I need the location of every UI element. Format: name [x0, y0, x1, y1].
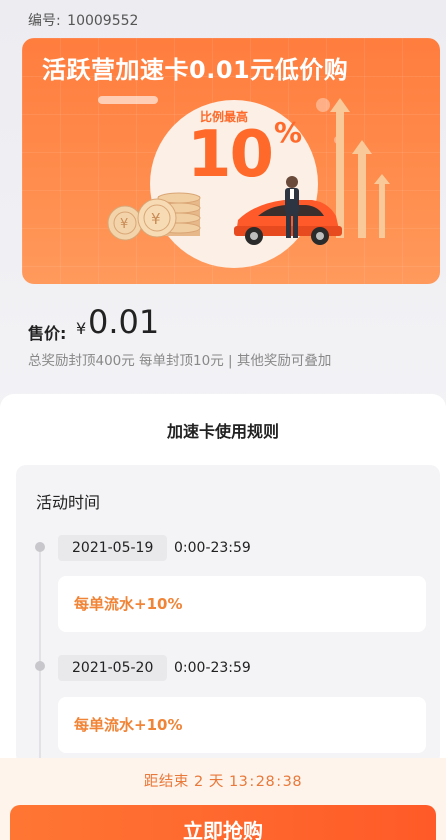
countdown-seconds: 38 [282, 774, 303, 790]
countdown-hours: 13 [228, 774, 249, 790]
date-chip: 2021-05-19 [58, 535, 168, 561]
timeline-line [39, 550, 41, 770]
countdown-days-unit: 天 [208, 774, 224, 790]
rules-title: 加速卡使用规则 [166, 422, 279, 441]
reward-text: 每单流水+10% [74, 595, 183, 613]
banner-percent-number: 10 [187, 118, 274, 192]
time-range: 0:00-23:59 [174, 540, 251, 556]
timeline-dot [35, 661, 45, 671]
timeline-dot [35, 542, 45, 552]
reward-box: 每单流水+10% [58, 697, 426, 753]
price-note: 总奖励封顶400元 每单封顶10元 | 其他奖励可叠加 [28, 353, 332, 369]
date-chip: 2021-05-20 [58, 655, 168, 681]
promo-banner[interactable]: 活跃营加速卡0.01元低价购 ¥ ¥ 比例最高 10 % [22, 38, 440, 284]
buy-now-button[interactable]: 立即抢购 [10, 805, 436, 840]
reward-box: 每单流水+10% [58, 576, 426, 632]
price-currency: ¥ [76, 319, 87, 338]
reward-text: 每单流水+10% [74, 716, 183, 734]
countdown-separator: : [249, 774, 255, 790]
product-code: 编号: 10009552 [28, 10, 140, 30]
activity-time-label: 活动时间 [36, 493, 101, 512]
countdown-separator: : [276, 774, 282, 790]
product-code-value: 10009552 [67, 13, 139, 29]
countdown: 距结束 2 天 13:28:38 [0, 770, 446, 791]
product-code-label: 编号: [28, 13, 61, 29]
price-label: 售价: [28, 324, 67, 343]
time-range: 0:00-23:59 [174, 660, 251, 676]
banner-percent-sign: % [274, 116, 303, 149]
countdown-days: 2 [194, 774, 204, 790]
countdown-prefix: 距结束 [143, 774, 189, 790]
countdown-minutes: 28 [255, 774, 276, 790]
price-value: 0.01 [88, 303, 160, 341]
